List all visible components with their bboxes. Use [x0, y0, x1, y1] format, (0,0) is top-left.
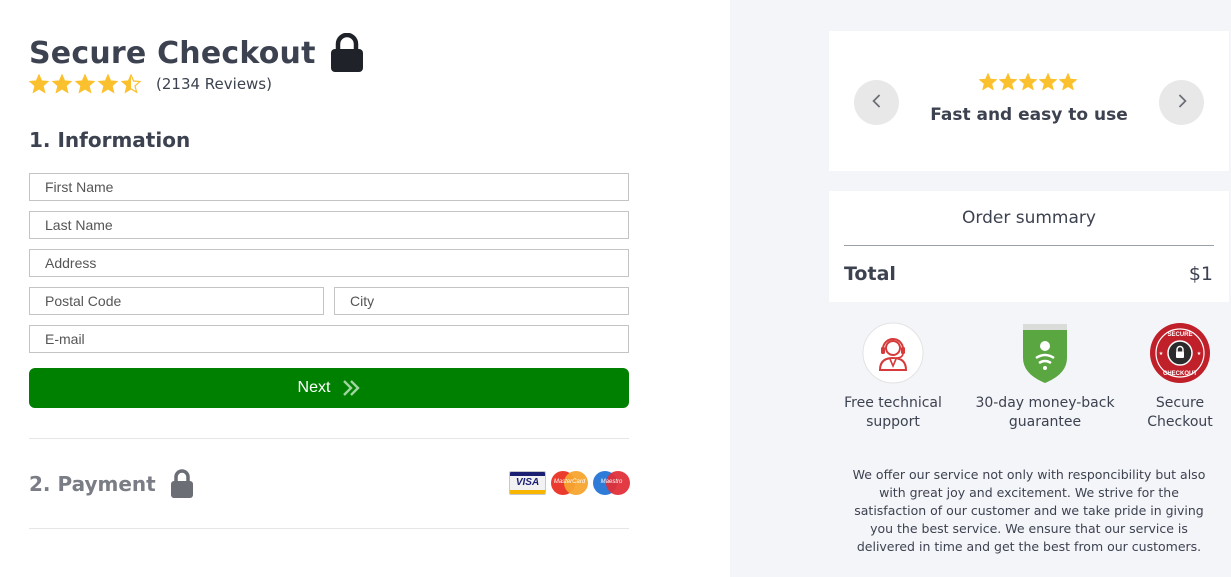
- chevron-right-icon: [1176, 93, 1188, 112]
- order-summary-title: Order summary: [962, 208, 1096, 228]
- last-name-field[interactable]: [29, 211, 629, 239]
- email-field[interactable]: [29, 325, 629, 353]
- about-text: We offer our service not only with respo…: [852, 467, 1206, 554]
- svg-text:★: ★: [1159, 351, 1164, 357]
- feature-support: Free technical support: [823, 322, 963, 432]
- mastercard-card-icon: MasterCard: [551, 471, 588, 495]
- address-field[interactable]: [29, 249, 629, 277]
- testimonial-star-rating: [979, 73, 1077, 91]
- testimonial-carousel: Fast and easy to use: [829, 31, 1229, 171]
- star-half-icon: [121, 74, 141, 94]
- support-agent-icon: [862, 322, 924, 384]
- star-full-icon: [1059, 73, 1077, 91]
- page-title: Secure Checkout: [29, 35, 316, 71]
- city-field[interactable]: [334, 287, 629, 315]
- maestro-card-icon: Maestro: [593, 471, 630, 495]
- postal-code-field[interactable]: [29, 287, 324, 315]
- summary-divider: [844, 245, 1214, 246]
- payment-row: 2. Payment: [29, 469, 194, 499]
- next-button-label: Next: [297, 379, 331, 396]
- feature-guarantee: 30-day money-back guarantee: [975, 322, 1115, 432]
- visa-card-icon: VISA: [509, 471, 546, 495]
- information-section-title: 1. Information: [29, 128, 191, 152]
- feature-guarantee-label: 30-day money-back guarantee: [975, 395, 1115, 430]
- badge-bottom-text: CHECKOUT: [1163, 371, 1197, 377]
- star-full-icon: [979, 73, 997, 91]
- star-full-icon: [98, 74, 118, 94]
- maestro-card-label: Maestro: [600, 479, 623, 485]
- shield-icon: [1014, 322, 1076, 384]
- title-row: Secure Checkout: [29, 32, 364, 73]
- feature-support-label: Free technical support: [844, 395, 942, 430]
- next-button[interactable]: Next: [29, 368, 629, 408]
- first-name-field[interactable]: [29, 173, 629, 201]
- accepted-cards: VISA MasterCard Maestro: [509, 471, 630, 495]
- star-full-icon: [75, 74, 95, 94]
- star-rating: [29, 74, 141, 94]
- lock-icon: [170, 469, 194, 499]
- star-full-icon: [29, 74, 49, 94]
- double-chevron-right-icon: [342, 379, 361, 397]
- total-value: $1: [1188, 263, 1213, 285]
- section-divider: [29, 528, 629, 529]
- star-full-icon: [52, 74, 72, 94]
- mastercard-card-label: MasterCard: [553, 479, 586, 485]
- svg-text:★: ★: [1197, 351, 1202, 357]
- visa-card-label: VISA: [515, 477, 540, 488]
- order-summary: Order summary Total $1: [829, 191, 1229, 302]
- star-full-icon: [999, 73, 1017, 91]
- checkout-form-panel: Secure Checkout (2134 Reviews) 1. Inform…: [0, 0, 730, 577]
- carousel-next-button[interactable]: [1159, 80, 1204, 125]
- badge-top-text: SECURE: [1167, 332, 1192, 338]
- reviews-count: (2134 Reviews): [156, 75, 272, 93]
- total-label: Total: [844, 263, 896, 285]
- feature-secure: SECURE CHECKOUT ★ ★ Secure Checkout: [1110, 322, 1231, 432]
- rating-row: (2134 Reviews): [29, 74, 272, 94]
- feature-secure-label: Secure Checkout: [1147, 395, 1213, 430]
- lock-icon: [330, 32, 364, 73]
- star-full-icon: [1039, 73, 1057, 91]
- section-divider: [29, 438, 629, 439]
- payment-section-title: 2. Payment: [29, 472, 156, 496]
- secure-checkout-badge-icon: SECURE CHECKOUT ★ ★: [1149, 322, 1211, 384]
- star-full-icon: [1019, 73, 1037, 91]
